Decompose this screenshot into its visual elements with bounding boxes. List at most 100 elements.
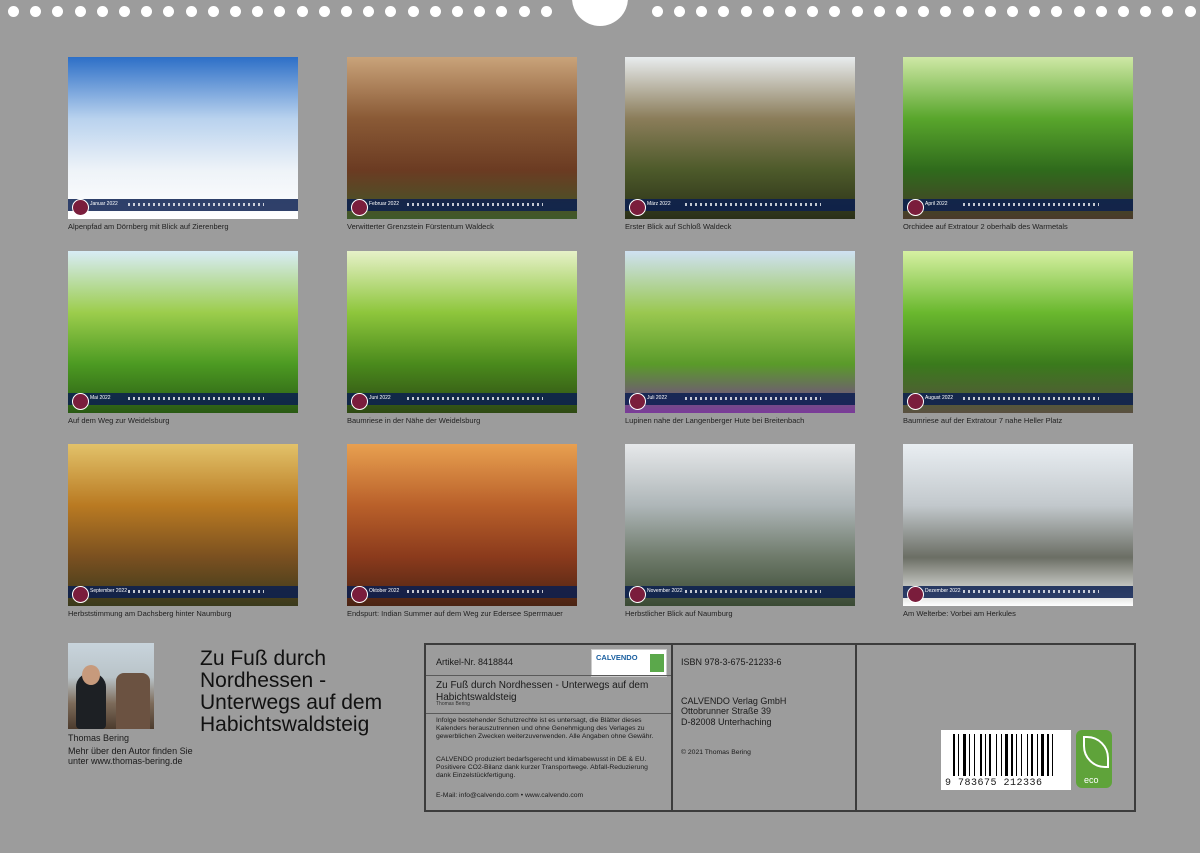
barcode-bar [958, 734, 959, 776]
binding-hole [1007, 6, 1018, 17]
author-photo-head [82, 665, 100, 685]
barcode-bar [980, 734, 982, 776]
calendar-month-tile: Januar 2022 Alpenpfad am Dörnberg mit Bli… [68, 57, 298, 231]
photo-caption: Herbststimmung am Dachsberg hinter Naumb… [68, 609, 232, 618]
photo-caption: Baumriese auf der Extratour 7 nahe Helle… [903, 416, 1063, 425]
binding-hole [651, 6, 663, 17]
hanger-notch [572, 0, 628, 26]
barcode-bar [996, 734, 997, 776]
month-photo: April 2022 [903, 57, 1133, 219]
publisher-line: D-82008 Unterhaching [681, 716, 772, 727]
month-label: Januar 2022 [90, 201, 118, 207]
month-photo: November 2022 [625, 444, 855, 606]
day-grid [963, 397, 1099, 400]
binding-hole [674, 6, 685, 17]
day-grid [407, 203, 543, 206]
month-photo: Mai 2022 [68, 251, 298, 413]
barcode-bar [1041, 734, 1044, 776]
calendar-strip: Dezember 2022 [903, 586, 1133, 598]
binding-hole [385, 6, 397, 17]
barcode-bar [1052, 734, 1053, 776]
author-logo-icon [72, 199, 89, 216]
binding-hole [918, 6, 930, 17]
month-label: Juni 2022 [369, 395, 391, 401]
calendar-month-tile: März 2022 Erster Blick auf Schloß Waldeck [625, 57, 855, 231]
month-photo: Juni 2022 [347, 251, 577, 413]
month-label: Dezember 2022 [925, 588, 961, 594]
author-logo-icon [629, 586, 646, 603]
day-grid [963, 590, 1099, 593]
binding-hole [1162, 6, 1174, 17]
binding-hole [207, 6, 219, 17]
barcode-bar [963, 734, 966, 776]
author-more-info: Mehr über den Autor finden Sie unter www… [68, 746, 193, 766]
barcode-bar [985, 734, 986, 776]
day-grid [407, 590, 543, 593]
divider [426, 675, 671, 676]
month-photo: September 2022 [68, 444, 298, 606]
author-logo-icon [72, 586, 89, 603]
day-grid [685, 203, 821, 206]
barcode-bar [989, 734, 991, 776]
binding-hole [341, 6, 352, 17]
binding-hole [540, 6, 552, 17]
barcode-bar [1011, 734, 1013, 776]
day-grid [128, 590, 264, 593]
binding-hole [96, 6, 108, 17]
eco-badge: eco [1076, 730, 1112, 788]
binding-hole [962, 6, 974, 17]
binding-hole [984, 6, 996, 17]
binding-hole [1140, 6, 1152, 17]
calendar-strip: Oktober 2022 [347, 586, 577, 598]
contact-info: E-Mail: info@calvendo.com • www.calvendo… [436, 792, 584, 799]
binding-hole [762, 6, 774, 17]
photo-caption: Alpenpfad am Dörnberg mit Blick auf Zier… [68, 222, 229, 231]
month-label: September 2022 [90, 588, 127, 594]
author-name: Thomas Bering [68, 733, 130, 743]
eco-label: eco [1084, 775, 1099, 785]
calendar-strip: Februar 2022 [347, 199, 577, 211]
author-logo-icon [907, 393, 924, 410]
month-label: August 2022 [925, 395, 954, 401]
month-photo: Januar 2022 [68, 57, 298, 219]
barcode-bar [953, 734, 955, 776]
calendar-month-tile: Oktober 2022 Endspurt: Indian Summer auf … [347, 444, 577, 618]
photo-caption: Baumriese in der Nähe der Weidelsburg [347, 416, 481, 425]
binding-hole [230, 6, 241, 17]
binding-hole [474, 6, 486, 17]
calendar-month-tile: Juni 2022 Baumriese in der Nähe der Weide… [347, 251, 577, 425]
calendar-strip: Januar 2022 [68, 199, 298, 211]
calendar-strip: Mai 2022 [68, 393, 298, 405]
photo-caption: Auf dem Weg zur Weidelsburg [68, 416, 170, 425]
product-info-box: Artikel-Nr. 8418844 CALVENDO Zu Fuß durc… [424, 643, 1136, 812]
binding-hole [718, 6, 730, 17]
month-photo: März 2022 [625, 57, 855, 219]
calendar-month-tile: Dezember 2022 Am Welterbe: Vorbei am Herk… [903, 444, 1133, 618]
binding-hole [740, 6, 752, 17]
binding-hole [696, 6, 708, 17]
binding-hole [1051, 6, 1063, 17]
binding-hole [1073, 6, 1085, 17]
barcode-bar [1047, 734, 1049, 776]
binding-hole [8, 6, 19, 17]
binding-hole [141, 6, 153, 17]
calvendo-logo-icon [650, 654, 664, 672]
binding-hole [252, 6, 264, 17]
publisher-line: CALVENDO Verlag GmbH [681, 696, 787, 706]
month-label: April 2022 [925, 201, 948, 207]
author-logo-icon [72, 393, 89, 410]
binding-hole [52, 6, 64, 17]
binding-hole [807, 6, 819, 17]
binding-hole [1029, 6, 1041, 17]
day-grid [128, 203, 264, 206]
info-column-article: Artikel-Nr. 8418844 CALVENDO Zu Fuß durc… [426, 645, 673, 810]
binding-hole [429, 6, 441, 17]
info-column-publisher: ISBN 978-3-675-21233-6 CALVENDO Verlag G… [673, 645, 857, 810]
author-logo-icon [629, 393, 646, 410]
calendar-strip: Juli 2022 [625, 393, 855, 405]
binding-hole [785, 6, 796, 17]
binding-hole [940, 6, 952, 17]
barcode-bar [1001, 734, 1002, 776]
article-number: Artikel-Nr. 8418844 [436, 657, 514, 667]
binding-hole [296, 6, 308, 17]
